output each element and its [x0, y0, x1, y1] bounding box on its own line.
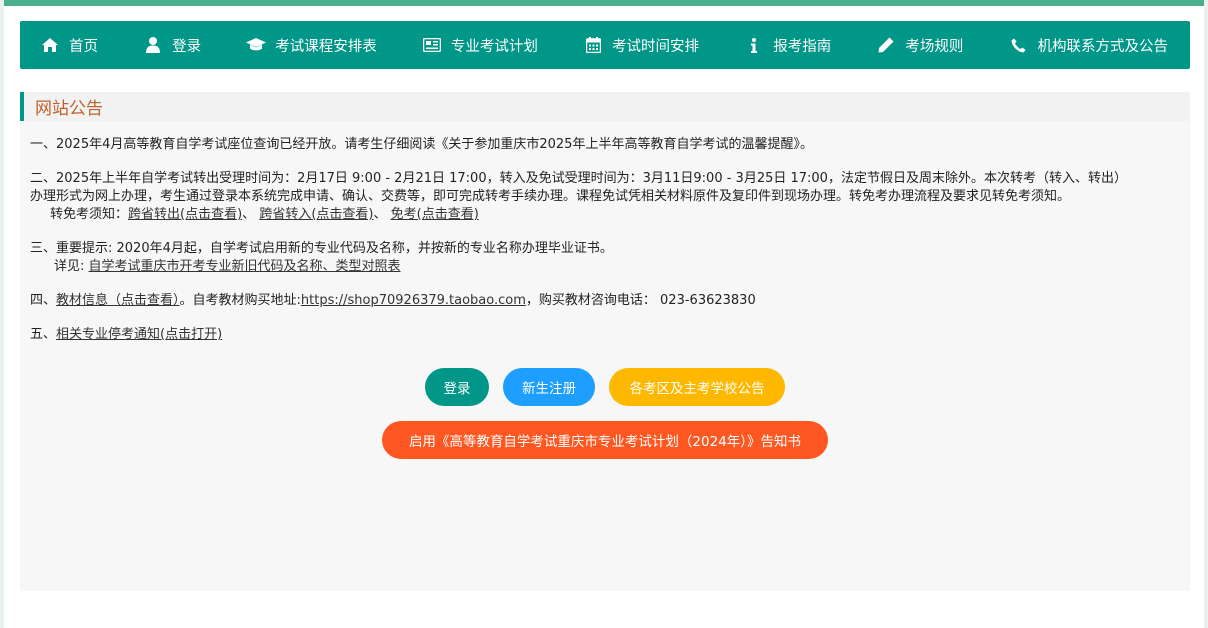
register-button[interactable]: 新生注册 — [503, 368, 595, 406]
page-top-border — [0, 0, 1208, 6]
nav-item-label: 登录 — [172, 38, 202, 55]
announcement-title: 网站公告 — [35, 99, 103, 119]
separator: 、 — [373, 207, 387, 222]
notice-5-prefix: 五、 — [30, 327, 57, 342]
nav-item-label: 机构联系方式及公告 — [1037, 38, 1168, 55]
link-suspension-notice[interactable]: 相关专业停考通知(点击打开) — [56, 327, 222, 342]
graduation-cap-icon — [246, 36, 267, 54]
exam-area-announcement-button[interactable]: 各考区及主考学校公告 — [609, 368, 785, 406]
notice-4-line: 四、教材信息（点击查看）。自考教材购买地址:https://shop709263… — [30, 292, 1180, 310]
link-exemption[interactable]: 免考(点击查看) — [391, 207, 479, 222]
notice-1: 一、2025年4月高等教育自学考试座位查询已经开放。请考生仔细阅读《关于参加重庆… — [30, 136, 1180, 154]
announcement-panel: 网站公告 一、2025年4月高等教育自学考试座位查询已经开放。请考生仔细阅读《关… — [20, 92, 1190, 591]
page-left-border — [0, 0, 4, 628]
nav-item-label: 专业考试计划 — [450, 38, 538, 55]
home-icon — [40, 36, 60, 54]
notice-list: 一、2025年4月高等教育自学考试座位查询已经开放。请考生仔细阅读《关于参加重庆… — [30, 136, 1180, 360]
newspaper-icon — [422, 36, 442, 54]
nav-item-label: 报考指南 — [773, 38, 832, 55]
nav-item-login[interactable]: 登录 — [143, 35, 201, 56]
notice-3-detail: 详见: 自学考试重庆市开考专业新旧代码及名称、类型对照表 — [30, 258, 1180, 276]
nav-item-label: 首页 — [69, 38, 98, 55]
notice-4-prefix: 四、 — [30, 293, 57, 308]
link-textbook-shop[interactable]: https://shop70926379.taobao.com — [301, 293, 526, 308]
action-buttons: 登录 新生注册 各考区及主考学校公告 — [20, 368, 1190, 406]
notice-4-mid: 。自考教材购买地址: — [179, 293, 301, 308]
nav-item-guide[interactable]: 报考指南 — [744, 35, 831, 56]
notice-4: 四、教材信息（点击查看）。自考教材购买地址:https://shop709263… — [30, 292, 1180, 310]
announcement-header: 网站公告 — [20, 92, 1190, 121]
transfer-notes-label: 转免考须知： — [50, 207, 129, 222]
separator: 、 — [242, 207, 256, 222]
notice-2: 二、2025年上半年自学考试转出受理时间为：2月17日 9:00 - 2月21日… — [30, 170, 1180, 224]
detail-label: 详见: — [54, 259, 89, 274]
info-icon — [744, 36, 764, 54]
nav-item-course-schedule[interactable]: 考试课程安排表 — [246, 35, 377, 56]
notice-4-suffix: ，购买教材咨询电话： 023-63623830 — [525, 293, 756, 308]
nav-item-label: 考试课程安排表 — [275, 38, 377, 55]
nav-item-contact[interactable]: 机构联系方式及公告 — [1008, 35, 1168, 56]
link-transfer-out[interactable]: 跨省转出(点击查看) — [128, 207, 242, 222]
notice-3-line1: 三、重要提示: 2020年4月起，自学考试启用新的专业代码及名称，并按新的专业名… — [30, 241, 613, 256]
page-right-border — [1204, 0, 1208, 628]
notice-2-line1: 二、2025年上半年自学考试转出受理时间为：2月17日 9:00 - 2月21日… — [30, 171, 1127, 186]
nav-item-label: 考场规则 — [905, 38, 964, 55]
transfer-notes: 转免考须知：跨省转出(点击查看)、 跨省转入(点击查看)、 免考(点击查看) — [30, 206, 1180, 224]
phone-icon — [1008, 36, 1028, 54]
pencil-icon — [876, 36, 896, 54]
nav-item-exam-time[interactable]: 考试时间安排 — [583, 35, 699, 56]
login-button[interactable]: 登录 — [425, 368, 489, 406]
link-major-code-table[interactable]: 自学考试重庆市开考专业新旧代码及名称、类型对照表 — [89, 259, 401, 274]
link-textbook-info[interactable]: 教材信息（点击查看） — [56, 293, 180, 308]
link-transfer-in[interactable]: 跨省转入(点击查看) — [259, 207, 373, 222]
nav-item-exam-plan[interactable]: 专业考试计划 — [422, 35, 538, 56]
notice-5: 五、相关专业停考通知(点击打开) — [30, 326, 1180, 344]
notice-button-row: 启用《高等教育自学考试重庆市专业考试计划（2024年）》告知书 — [20, 421, 1190, 459]
nav-item-exam-rules[interactable]: 考场规则 — [876, 35, 963, 56]
nav-item-label: 考试时间安排 — [612, 38, 700, 55]
main-navbar: 首页 登录 考试课程安排表 专业考试计划 考试时间安排 报考指南 考场规则 机构… — [20, 21, 1190, 69]
nav-item-home[interactable]: 首页 — [40, 35, 98, 56]
notice-1-text: 一、2025年4月高等教育自学考试座位查询已经开放。请考生仔细阅读《关于参加重庆… — [30, 137, 813, 152]
notice-3: 三、重要提示: 2020年4月起，自学考试启用新的专业代码及名称，并按新的专业名… — [30, 240, 1180, 276]
notice-2-line2: 办理形式为网上办理，考生通过登录本系统完成申请、确认、交费等，即可完成转考手续办… — [30, 189, 1071, 204]
notice-5-line: 五、相关专业停考通知(点击打开) — [30, 326, 1180, 344]
calendar-icon — [583, 36, 603, 54]
exam-plan-notice-button[interactable]: 启用《高等教育自学考试重庆市专业考试计划（2024年）》告知书 — [382, 421, 828, 459]
user-icon — [143, 36, 163, 54]
